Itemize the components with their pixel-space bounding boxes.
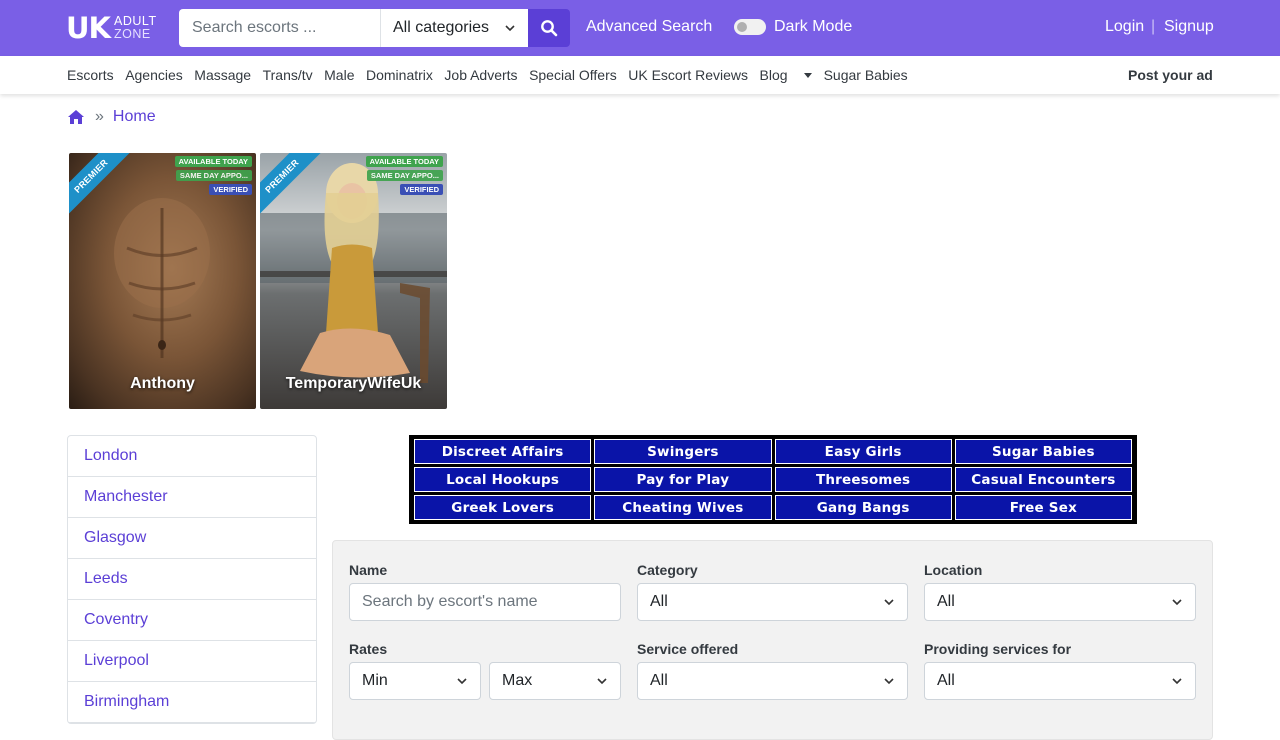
nav-item-special-offers[interactable]: Special Offers xyxy=(529,67,617,83)
name-search-placeholder: Search by escort's name xyxy=(362,593,538,610)
nav-item-job-adverts[interactable]: Job Adverts xyxy=(444,67,517,83)
site-logo[interactable]: UK ADULT ZONE xyxy=(66,13,157,43)
location-filter-value: All xyxy=(937,593,955,610)
logo-line-zone: ZONE xyxy=(114,27,151,41)
city-item-manchester[interactable]: Manchester xyxy=(68,477,316,518)
category-select-value: All categories xyxy=(393,19,490,36)
category-filter-value: All xyxy=(650,593,668,610)
chevron-down-icon xyxy=(597,678,607,685)
city-item-liverpool[interactable]: Liverpool xyxy=(68,641,316,682)
nav-links: Escorts Agencies Massage Trans/tv Male D… xyxy=(67,67,919,83)
category-select[interactable]: All categories xyxy=(380,9,528,47)
city-list: London Manchester Glasgow Leeds Coventry… xyxy=(67,435,317,724)
providing-filter-value: All xyxy=(937,672,955,689)
location-filter-select[interactable]: All xyxy=(924,583,1196,621)
home-icon[interactable] xyxy=(67,109,85,125)
profile-card[interactable]: PREMIER AVAILABLE TODAY SAME DAY APPO...… xyxy=(69,153,256,409)
breadcrumb: » Home xyxy=(67,108,156,126)
chevron-down-icon xyxy=(457,678,467,685)
ad-link[interactable]: Pay for Play xyxy=(594,467,772,492)
location-label: Location xyxy=(924,562,983,578)
ad-link[interactable]: Local Hookups xyxy=(414,467,592,492)
top-header: UK ADULT ZONE All categories Advanced Se… xyxy=(0,0,1280,56)
ad-link[interactable]: Discreet Affairs xyxy=(414,439,592,464)
signup-link[interactable]: Signup xyxy=(1164,18,1214,36)
post-your-ad-link[interactable]: Post your ad xyxy=(1128,67,1213,83)
ad-link[interactable]: Free Sex xyxy=(954,495,1132,520)
ad-link[interactable]: Sugar Babies xyxy=(954,439,1132,464)
name-search-input[interactable]: Search by escort's name xyxy=(349,583,621,621)
city-item-birmingham[interactable]: Birmingham xyxy=(68,682,316,723)
toggle-knob xyxy=(737,22,747,32)
chevron-down-icon xyxy=(1172,599,1182,606)
nav-item-escorts[interactable]: Escorts xyxy=(67,67,114,83)
login-signup-separator: | xyxy=(1151,18,1156,35)
caret-down-icon xyxy=(804,73,813,78)
chevron-down-icon xyxy=(1172,678,1182,685)
city-item-coventry[interactable]: Coventry xyxy=(68,600,316,641)
chevron-down-icon xyxy=(884,599,894,606)
filter-form: Name Search by escort's name Category Al… xyxy=(332,540,1213,740)
available-today-badge: AVAILABLE TODAY xyxy=(174,156,252,167)
login-link[interactable]: Login xyxy=(1105,18,1144,36)
dark-mode-toggle[interactable] xyxy=(734,19,766,35)
breadcrumb-separator: » xyxy=(95,108,104,125)
nav-item-massage[interactable]: Massage xyxy=(194,67,251,83)
profile-name: TemporaryWifeUk xyxy=(285,375,422,392)
nav-item-blog-dropdown[interactable]: Blog xyxy=(760,67,813,83)
nav-item-sugar-babies[interactable]: Sugar Babies xyxy=(824,67,908,83)
same-day-badge: SAME DAY APPO... xyxy=(366,170,443,181)
chevron-down-icon xyxy=(884,678,894,685)
nav-item-dominatrix[interactable]: Dominatrix xyxy=(366,67,433,83)
advanced-search-link[interactable]: Advanced Search xyxy=(586,18,712,36)
profile-card[interactable]: PREMIER AVAILABLE TODAY SAME DAY APPO...… xyxy=(260,153,447,409)
ad-link[interactable]: Cheating Wives xyxy=(594,495,772,520)
ad-link[interactable]: Threesomes xyxy=(774,467,952,492)
main-nav: Escorts Agencies Massage Trans/tv Male D… xyxy=(0,56,1280,94)
service-filter-select[interactable]: All xyxy=(637,662,908,700)
profile-name: Anthony xyxy=(130,375,195,392)
ad-link[interactable]: Swingers xyxy=(594,439,772,464)
profile-photo xyxy=(114,198,210,358)
category-filter-select[interactable]: All xyxy=(637,583,908,621)
search-button[interactable] xyxy=(528,9,570,47)
city-item-leeds[interactable]: Leeds xyxy=(68,559,316,600)
providing-filter-select[interactable]: All xyxy=(924,662,1196,700)
available-today-badge: AVAILABLE TODAY xyxy=(365,156,443,167)
service-label: Service offered xyxy=(637,641,739,657)
verified-badge: VERIFIED xyxy=(209,184,252,195)
ad-link[interactable]: Gang Bangs xyxy=(774,495,952,520)
ad-link[interactable]: Greek Lovers xyxy=(414,495,592,520)
nav-item-uk-escort-reviews[interactable]: UK Escort Reviews xyxy=(628,67,748,83)
ad-link[interactable]: Easy Girls xyxy=(774,439,952,464)
logo-uk-text: UK xyxy=(66,11,111,45)
city-item-glasgow[interactable]: Glasgow xyxy=(68,518,316,559)
providing-label: Providing services for xyxy=(924,641,1072,657)
same-day-badge: SAME DAY APPO... xyxy=(175,170,252,181)
breadcrumb-home[interactable]: Home xyxy=(113,108,156,126)
ad-link[interactable]: Casual Encounters xyxy=(954,467,1132,492)
service-filter-value: All xyxy=(650,672,668,689)
rates-min-value: Min xyxy=(362,672,388,689)
logo-subtext: ADULT ZONE xyxy=(114,15,157,41)
ad-banner: Discreet Affairs Swingers Easy Girls Sug… xyxy=(409,435,1137,524)
rates-min-select[interactable]: Min xyxy=(349,662,481,700)
category-label: Category xyxy=(637,562,698,578)
dark-mode-label: Dark Mode xyxy=(774,18,853,35)
rates-max-select[interactable]: Max xyxy=(489,662,621,700)
city-item-london[interactable]: London xyxy=(68,436,316,477)
nav-item-agencies[interactable]: Agencies xyxy=(125,67,183,83)
nav-item-male[interactable]: Male xyxy=(324,67,354,83)
rates-max-value: Max xyxy=(502,672,533,689)
name-label: Name xyxy=(349,562,388,578)
header-search: All categories xyxy=(179,9,570,47)
rates-label: Rates xyxy=(349,641,388,657)
chevron-down-icon xyxy=(505,25,515,32)
verified-badge: VERIFIED xyxy=(400,184,443,195)
nav-item-trans-tv[interactable]: Trans/tv xyxy=(263,67,313,83)
nav-item-blog: Blog xyxy=(759,67,788,83)
search-icon xyxy=(541,20,558,37)
search-input[interactable] xyxy=(179,9,380,47)
